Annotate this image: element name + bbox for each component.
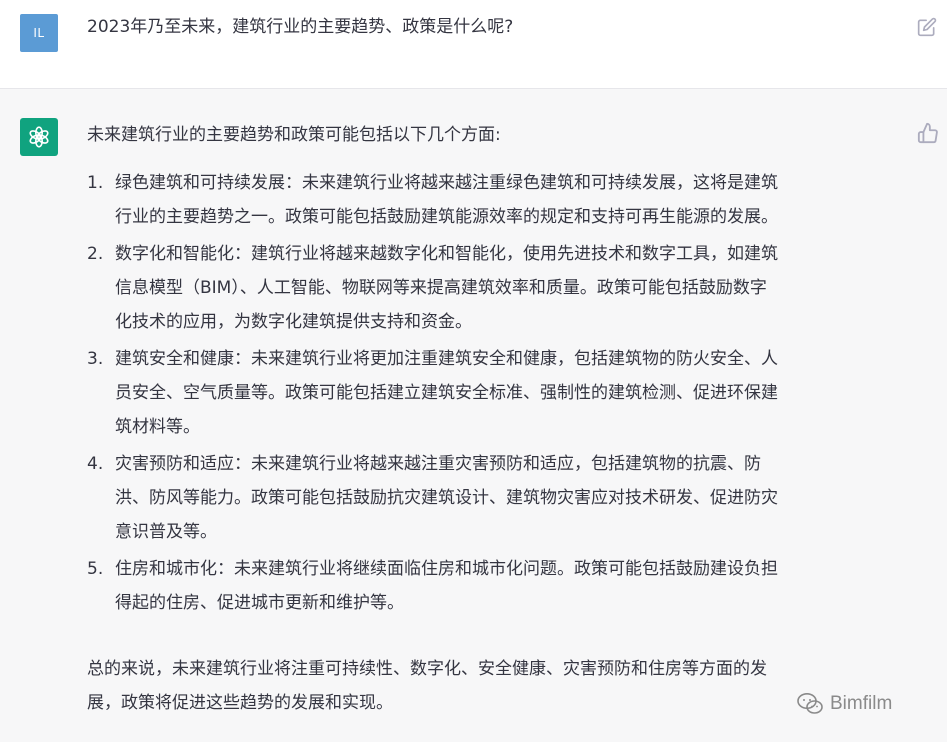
chat-window: IL 2023年乃至未来，建筑行业的主要趋势、政策是什么呢? 未来建筑行业的主要… <box>0 0 947 742</box>
list-item: 4. 灾害预防和适应：未来建筑行业将越来越注重灾害预防和适应，包括建筑物的抗震、… <box>87 447 907 549</box>
list-item-number: 3. <box>87 349 104 369</box>
list-item: 2. 数字化和智能化：建筑行业将越来越数字化和智能化，使用先进技术和数字工具，如… <box>87 237 907 339</box>
user-avatar: IL <box>20 14 58 52</box>
user-message-text: 2023年乃至未来，建筑行业的主要趋势、政策是什么呢? <box>87 17 514 37</box>
list-item-line: 化技术的应用，为数字化建筑提供支持和资金。 <box>115 312 472 332</box>
assistant-avatar <box>20 118 58 156</box>
list-item-line: 灾害预防和适应：未来建筑行业将越来越注重灾害预防和适应，包括建筑物的抗震、防 <box>115 454 761 474</box>
list-item-line: 意识普及等。 <box>115 522 217 542</box>
list-item-number: 4. <box>87 454 104 474</box>
list-item-line: 得起的住房、促进城市更新和维护等。 <box>115 593 404 613</box>
list-item: 1. 绿色建筑和可持续发展：未来建筑行业将越来越注重绿色建筑和可持续发展，这将是… <box>87 166 907 234</box>
user-avatar-initials: IL <box>33 26 45 40</box>
user-message-row: IL 2023年乃至未来，建筑行业的主要趋势、政策是什么呢? <box>0 0 947 89</box>
list-item-line: 行业的主要趋势之一。政策可能包括鼓励建筑能源效率的规定和支持可再生能源的发展。 <box>115 207 778 227</box>
list-item-line: 绿色建筑和可持续发展：未来建筑行业将越来越注重绿色建筑和可持续发展，这将是建筑 <box>115 173 778 193</box>
watermark: Bimfilm <box>796 690 892 718</box>
list-item-number: 5. <box>87 559 104 579</box>
list-item-line: 员安全、空气质量等。政策可能包括建立建筑安全标准、强制性的建筑检测、促进环保建 <box>115 383 778 403</box>
list-item-number: 2. <box>87 244 104 264</box>
list-item-line: 信息模型（BIM）、人工智能、物联网等来提高建筑效率和质量。政策可能包括鼓励数字 <box>115 278 767 298</box>
list-item-line: 洪、防风等能力。政策可能包括鼓励抗灾建筑设计、建筑物灾害应对技术研发、促进防灾 <box>115 488 778 508</box>
conclusion-line: 展，政策将促进这些趋势的发展和实现。 <box>87 693 393 713</box>
list-item-line: 数字化和智能化：建筑行业将越来越数字化和智能化，使用先进技术和数字工具，如建筑 <box>115 244 778 264</box>
list-item-number: 1. <box>87 173 104 193</box>
list-item-line: 建筑安全和健康：未来建筑行业将更加注重建筑安全和健康，包括建筑物的防火安全、人 <box>115 349 778 369</box>
wechat-icon <box>797 693 823 714</box>
watermark-text: Bimfilm <box>830 693 893 714</box>
assistant-intro: 未来建筑行业的主要趋势和政策可能包括以下几个方面: <box>87 125 501 145</box>
list-item: 3. 建筑安全和健康：未来建筑行业将更加注重建筑安全和健康，包括建筑物的防火安全… <box>87 342 907 444</box>
assistant-message-content: 未来建筑行业的主要趋势和政策可能包括以下几个方面: 1. 绿色建筑和可持续发展：… <box>87 118 907 720</box>
list-item: 5. 住房和城市化：未来建筑行业将继续面临住房和城市化问题。政策可能包括鼓励建设… <box>87 552 907 620</box>
openai-logo-icon <box>29 126 49 148</box>
thumbs-up-icon[interactable] <box>917 122 939 144</box>
trend-list: 1. 绿色建筑和可持续发展：未来建筑行业将越来越注重绿色建筑和可持续发展，这将是… <box>87 166 907 620</box>
list-item-line: 住房和城市化：未来建筑行业将继续面临住房和城市化问题。政策可能包括鼓励建设负担 <box>115 559 778 579</box>
edit-icon[interactable] <box>917 17 937 37</box>
conclusion-line: 总的来说，未来建筑行业将注重可持续性、数字化、安全健康、灾害预防和住房等方面的发 <box>87 659 767 679</box>
assistant-message-row: 未来建筑行业的主要趋势和政策可能包括以下几个方面: 1. 绿色建筑和可持续发展：… <box>0 89 947 742</box>
list-item-line: 筑材料等。 <box>115 417 200 437</box>
assistant-conclusion: 总的来说，未来建筑行业将注重可持续性、数字化、安全健康、灾害预防和住房等方面的发… <box>87 652 907 720</box>
